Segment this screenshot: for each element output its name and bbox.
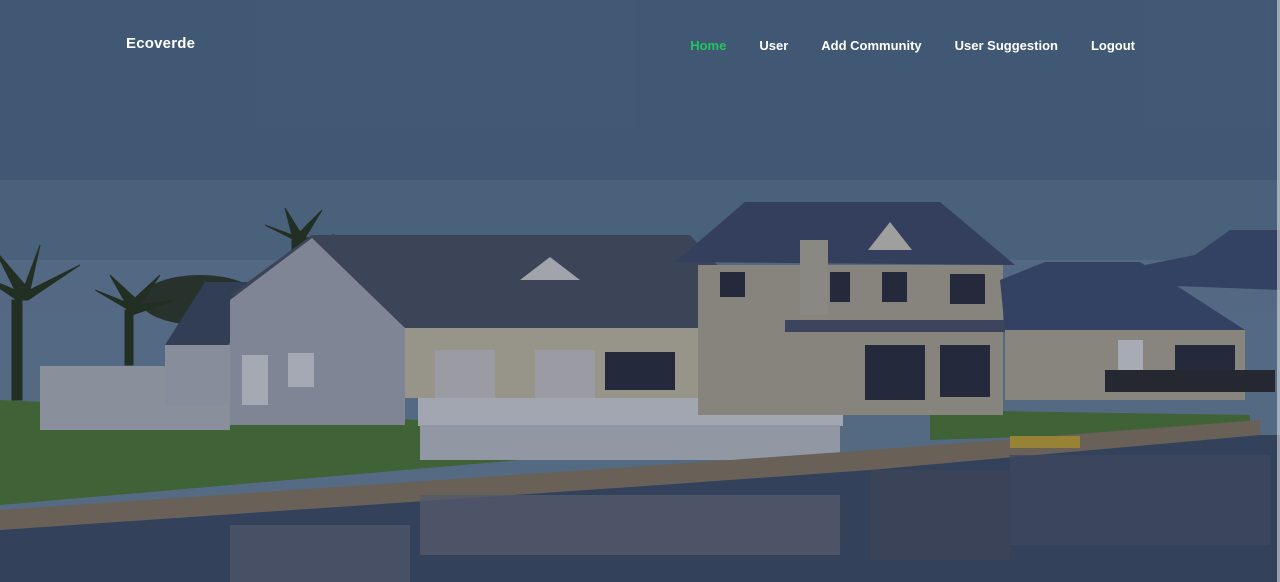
hero-banner: Ecoverde Home User Add Community User Su…	[0, 0, 1280, 582]
nav-item-add-community: Add Community	[821, 37, 921, 55]
nav-link-logout[interactable]: Logout	[1091, 38, 1135, 53]
nav-link-add-community[interactable]: Add Community	[821, 38, 921, 53]
brand-logo[interactable]: Ecoverde	[126, 35, 195, 52]
nav-item-user-suggestion: User Suggestion	[955, 37, 1058, 55]
nav-link-home[interactable]: Home	[690, 38, 726, 53]
nav-item-logout: Logout	[1091, 37, 1135, 55]
nav-menu: Home User Add Community User Suggestion …	[657, 37, 1135, 55]
nav-item-user: User	[759, 37, 788, 55]
nav-item-home: Home	[690, 37, 726, 55]
nav-link-user-suggestion[interactable]: User Suggestion	[955, 38, 1058, 53]
nav-link-user[interactable]: User	[759, 38, 788, 53]
top-navbar: Ecoverde Home User Add Community User Su…	[0, 0, 1280, 90]
